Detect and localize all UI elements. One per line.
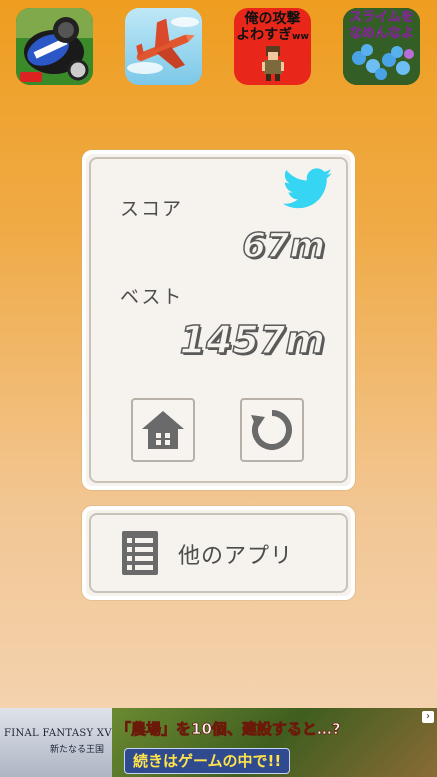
retry-icon <box>251 410 292 450</box>
ad-brand-subtitle: 新たなる王国 <box>50 745 105 755</box>
result-panel: スコア 67m ベスト 1457m <box>82 150 355 490</box>
airplane-icon <box>125 8 202 85</box>
ad-brand-title: FINAL FANTASY XV <box>4 728 112 739</box>
app-title-line2: なめんなよ <box>348 26 415 41</box>
retry-button[interactable] <box>240 398 304 462</box>
ad-headline: 「農場」を10個、建設すると…? <box>116 720 341 739</box>
twitter-share-button[interactable] <box>282 168 333 210</box>
ad-subline: 続きはゲームの中で!! <box>124 748 291 774</box>
app-icon-kart[interactable] <box>16 8 93 85</box>
score-value: 67m <box>242 225 326 267</box>
ad-brand-area: FINAL FANTASY XV 新たなる王国 <box>0 708 112 777</box>
close-icon: › <box>426 711 430 722</box>
ad-subline-text: 続きはゲームの中で!! <box>133 752 282 770</box>
score-label: スコア <box>120 198 184 220</box>
ad-close-button[interactable]: › <box>422 711 434 723</box>
list-icon <box>122 531 158 575</box>
home-button[interactable] <box>131 398 195 462</box>
app-icon-slime[interactable]: スライムを なめんなよ <box>343 8 420 85</box>
home-icon <box>142 411 184 449</box>
app-icon-airplane[interactable] <box>125 8 202 85</box>
other-apps-label: 他のアプリ <box>178 544 294 569</box>
other-apps-button[interactable]: 他のアプリ <box>82 506 355 600</box>
app-icon-weak-attack[interactable]: 俺の攻撃 よわすぎww <box>234 8 311 85</box>
twitter-icon <box>282 168 333 209</box>
ad-banner[interactable]: FINAL FANTASY XV 新たなる王国 「農場」を10個、建設すると…?… <box>0 708 437 777</box>
best-score-value: 1457m <box>179 317 326 363</box>
app-title-line1: スライムを <box>349 10 414 25</box>
best-label: ベスト <box>120 286 184 308</box>
kart-icon <box>16 8 93 85</box>
pixel-hero-icon <box>262 46 284 81</box>
